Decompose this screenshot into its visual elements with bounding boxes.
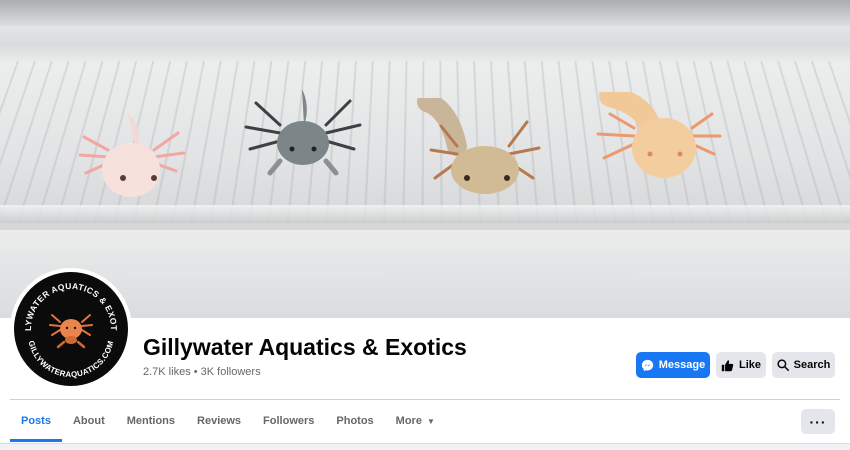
tab-reviews-label: Reviews: [197, 415, 242, 427]
tab-mentions[interactable]: Mentions: [116, 400, 186, 442]
message-button-label: Message: [658, 359, 706, 371]
tab-more[interactable]: More ▼: [385, 400, 446, 442]
axolotl-golden-image: [596, 92, 722, 178]
tab-mentions-label: Mentions: [126, 415, 176, 427]
caret-down-icon: ▼: [426, 416, 435, 426]
cover-photo[interactable]: [0, 0, 850, 318]
axolotl-pink-image: [78, 113, 186, 197]
axolotl-gray-image: [244, 89, 362, 176]
axolotl-copper-image: [417, 98, 541, 194]
logo-axolotl-icon: [49, 314, 93, 349]
tab-about-label: About: [72, 415, 105, 427]
tab-followers-label: Followers: [263, 415, 315, 427]
tab-reviews[interactable]: Reviews: [186, 400, 252, 442]
more-menu-label: ···: [809, 413, 827, 430]
svg-text:GILLYWATERAQUATICS.COM: GILLYWATERAQUATICS.COM: [27, 340, 116, 379]
thumbs-up-icon: [721, 359, 734, 371]
tab-posts[interactable]: Posts: [10, 400, 62, 442]
tab-more-label: More: [395, 415, 422, 427]
messenger-icon: [641, 359, 653, 371]
tab-followers[interactable]: Followers: [252, 400, 325, 442]
like-button[interactable]: Like: [716, 352, 766, 378]
page-tabs: Posts About Mentions Reviews Followers P…: [10, 400, 446, 442]
profile-picture[interactable]: GILLYWATER AQUATICS & EXOTICS GILLYWATER…: [10, 268, 132, 390]
logo-bottom-text: GILLYWATERAQUATICS.COM: [27, 340, 116, 379]
search-button[interactable]: Search: [772, 352, 835, 378]
message-button[interactable]: Message: [636, 352, 710, 378]
tab-about[interactable]: About: [62, 400, 116, 442]
more-dots-icon[interactable]: ···: [801, 409, 835, 434]
feed-background: [0, 443, 850, 450]
search-button-label: Search: [793, 359, 831, 371]
facebook-page-header: GILLYWATER AQUATICS & EXOTICS GILLYWATER…: [0, 0, 850, 450]
cover-tank-rim: [0, 0, 850, 26]
tab-photos[interactable]: Photos: [325, 400, 384, 442]
page-title[interactable]: Gillywater Aquatics & Exotics: [143, 334, 467, 361]
like-button-label: Like: [738, 359, 761, 371]
logo-graphic: GILLYWATER AQUATICS & EXOTICS GILLYWATER…: [14, 272, 119, 379]
tab-photos-label: Photos: [336, 415, 374, 427]
cover-tank-glass: [0, 230, 850, 318]
search-icon: [777, 359, 789, 371]
page-stats[interactable]: 2.7K likes • 3K followers: [143, 366, 261, 378]
tab-posts-label: Posts: [21, 415, 51, 427]
profile-logo: GILLYWATER AQUATICS & EXOTICS GILLYWATER…: [14, 272, 128, 386]
